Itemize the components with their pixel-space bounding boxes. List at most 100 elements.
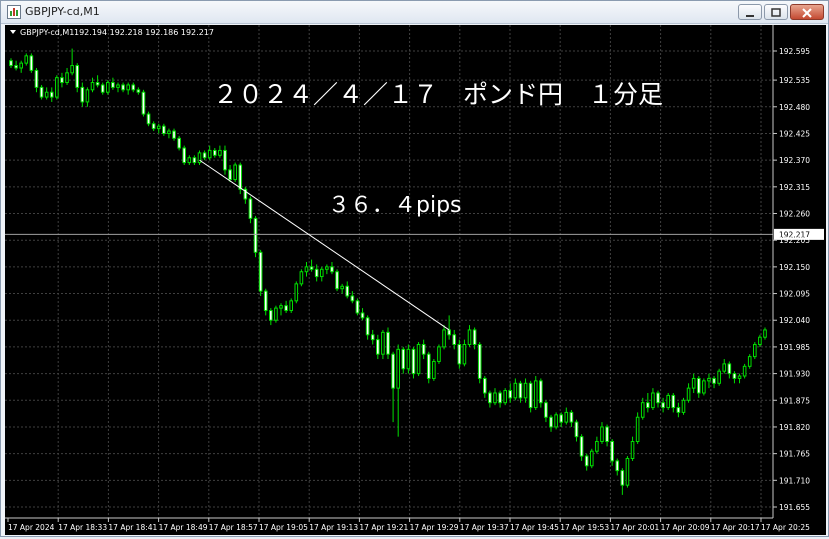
- candle-body: [432, 360, 436, 379]
- candle-body: [753, 343, 757, 358]
- candle-body: [325, 266, 329, 270]
- price-tick-label: 191.930: [779, 370, 810, 379]
- candle-body: [717, 370, 721, 384]
- price-tick-label: 192.370: [779, 156, 810, 165]
- candle-body: [666, 394, 671, 409]
- candle-body: [467, 329, 472, 345]
- candle-body: [702, 380, 706, 394]
- time-tick-label: 17 Apr 2024: [8, 523, 55, 532]
- candle-body: [391, 353, 395, 389]
- candle-body: [589, 450, 594, 467]
- candle-body: [442, 329, 446, 348]
- candle-body: [80, 86, 85, 103]
- candle-body: [763, 329, 767, 338]
- candle-body: [406, 348, 411, 370]
- time-tick-label: 17 Apr 19:13: [309, 523, 358, 532]
- candle-body: [722, 363, 727, 372]
- candle-body: [661, 402, 665, 409]
- time-tick-label: 17 Apr 19:05: [259, 523, 308, 532]
- candle-body: [350, 295, 355, 302]
- candle-body: [595, 441, 599, 452]
- candle-body: [671, 394, 676, 409]
- candle-body: [95, 82, 100, 86]
- candle-body: [630, 441, 635, 459]
- candle-body: [258, 251, 263, 292]
- candle-body: [263, 290, 268, 312]
- candle-body: [488, 392, 492, 404]
- chart-area[interactable]: 192.217 192.595 192.535 192.480 192.425 192.…: [5, 25, 826, 535]
- candle-body: [401, 348, 406, 370]
- price-tick-label: 192.205: [779, 236, 810, 245]
- time-tick-label: 17 Apr 18:41: [108, 523, 157, 532]
- candle-body: [472, 329, 477, 345]
- candle-body: [482, 377, 487, 394]
- time-tick-label: 17 Apr 20:09: [661, 523, 710, 532]
- close-button[interactable]: [790, 4, 824, 20]
- candle-body: [640, 402, 645, 418]
- candle-body: [304, 266, 309, 273]
- candle-body: [411, 348, 416, 375]
- price-tick-label: 191.820: [779, 423, 810, 432]
- price-tick-label: 192.595: [779, 47, 810, 56]
- price-tick-label: 191.765: [779, 450, 810, 459]
- candle-body: [49, 91, 54, 98]
- price-chart[interactable]: 192.217 192.595192.535192.480192.425192.…: [5, 25, 826, 535]
- candle-body: [554, 414, 558, 428]
- candle-body: [44, 91, 49, 98]
- candle-body: [218, 149, 222, 156]
- candle-body: [528, 382, 533, 409]
- candle-body: [75, 65, 80, 88]
- candle-body: [625, 457, 630, 486]
- candle-body: [651, 392, 655, 409]
- price-tick-label: 191.985: [779, 343, 810, 352]
- chart-icon: [7, 5, 21, 19]
- candle-body: [238, 164, 243, 190]
- chart-window: GBPJPY-cd,M1 192.217 192.595 192.535 192.4…: [0, 0, 829, 537]
- candle-body: [539, 380, 543, 404]
- candle-body: [223, 149, 227, 171]
- candle-body: [493, 392, 497, 404]
- candle-body: [284, 305, 288, 312]
- candle-body: [457, 343, 462, 365]
- minimize-button[interactable]: [738, 4, 762, 20]
- candle-body: [416, 343, 421, 375]
- candle-body: [34, 69, 39, 88]
- price-tick-label: 192.150: [779, 263, 810, 272]
- candle-body: [498, 392, 502, 404]
- candle-body: [177, 137, 181, 149]
- candle-body: [24, 55, 29, 64]
- time-tick-label: 17 Apr 19:37: [460, 523, 509, 532]
- candle-body: [564, 411, 569, 423]
- candle-body: [355, 300, 360, 314]
- candle-body: [686, 387, 691, 401]
- candle-body: [615, 460, 620, 472]
- candle-body: [569, 411, 574, 423]
- price-tick-label: 192.095: [779, 290, 810, 299]
- price-tick-label: 191.710: [779, 476, 810, 485]
- candle-body: [55, 77, 59, 98]
- candle-body: [477, 343, 482, 379]
- candle-body: [319, 268, 324, 278]
- candle-body: [707, 377, 711, 382]
- title-bar[interactable]: GBPJPY-cd,M1: [1, 1, 828, 24]
- candle-body: [747, 356, 752, 367]
- candle-body: [559, 414, 564, 423]
- candle-body: [508, 390, 513, 399]
- candle-body: [162, 125, 166, 134]
- candle-body: [85, 89, 90, 103]
- chart-title-annotation: ２０２４／４／１７ ポンド円 １分足: [213, 80, 663, 109]
- candle-body: [426, 353, 431, 379]
- candle-body: [167, 130, 171, 134]
- maximize-button[interactable]: [764, 4, 788, 20]
- candle-body: [182, 147, 187, 164]
- candle-body: [544, 402, 548, 418]
- candle-body: [365, 317, 370, 336]
- candle-body: [39, 86, 44, 98]
- candle-body: [691, 377, 696, 389]
- candle-body: [737, 375, 742, 379]
- time-tick-label: 17 Apr 20:01: [610, 523, 659, 532]
- candle-body: [156, 125, 161, 130]
- candle-body: [676, 407, 681, 413]
- candle-body: [136, 89, 141, 93]
- candle-body: [19, 62, 23, 69]
